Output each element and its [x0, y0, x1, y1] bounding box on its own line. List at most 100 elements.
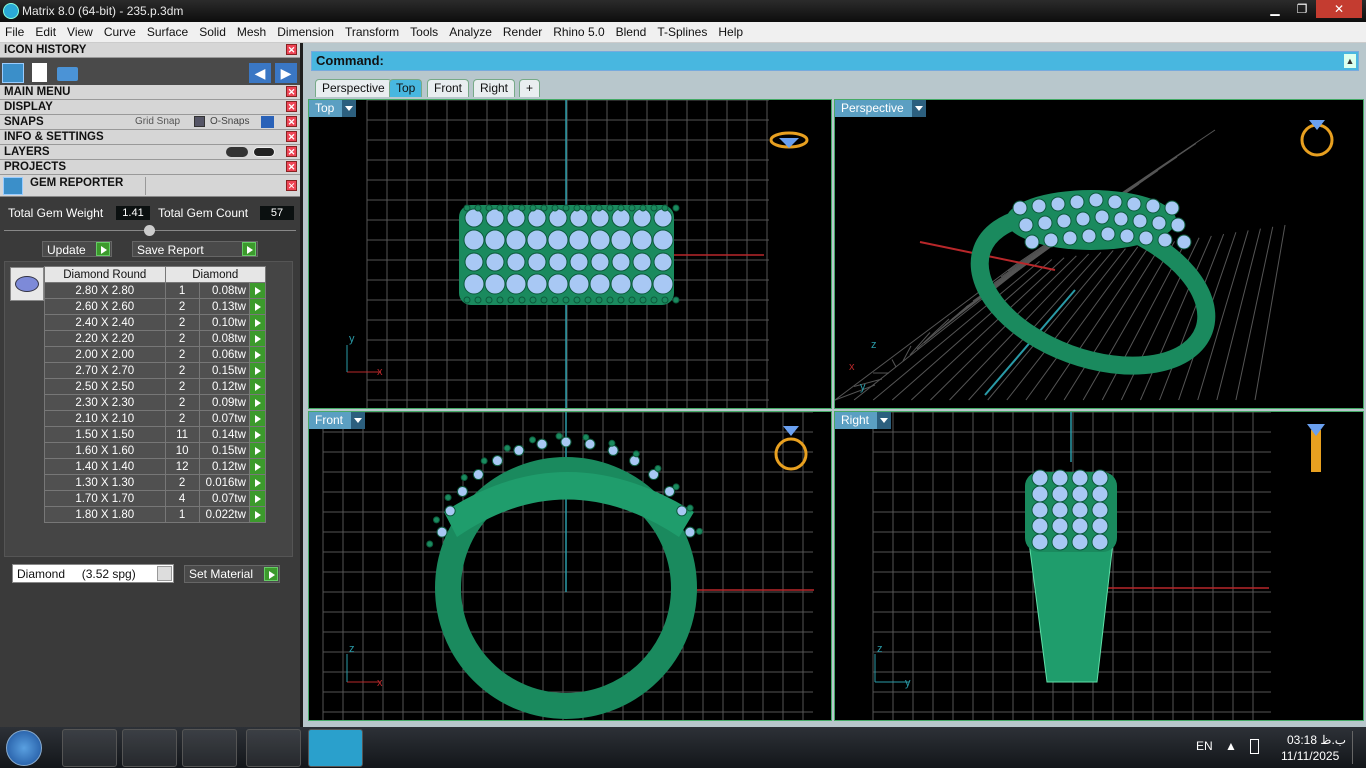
- row-select-button[interactable]: [248, 458, 267, 475]
- display-header[interactable]: DISPLAY ✕: [0, 100, 300, 115]
- row-select-button[interactable]: [248, 346, 267, 363]
- viewport-top[interactable]: y x Top: [308, 99, 832, 409]
- row-select-button[interactable]: [248, 394, 267, 411]
- row-select-button[interactable]: [248, 282, 267, 299]
- minimize-button[interactable]: ▁: [1262, 0, 1288, 18]
- info-icon[interactable]: [261, 116, 274, 128]
- table-row[interactable]: 2.00 X 2.00 2 0.06tw: [44, 346, 267, 363]
- main-menu-header[interactable]: MAIN MENU ✕: [0, 85, 300, 100]
- save-report-go-icon[interactable]: [242, 242, 256, 256]
- table-row[interactable]: 2.60 X 2.60 2 0.13tw: [44, 298, 267, 315]
- menu-curve[interactable]: Curve: [99, 22, 142, 39]
- close-icon[interactable]: ✕: [286, 86, 297, 97]
- table-row[interactable]: 1.80 X 1.80 1 0.022tw: [44, 506, 267, 523]
- matrix-app-icon[interactable]: [308, 729, 363, 767]
- tab-top[interactable]: Top: [389, 79, 423, 97]
- viewport-perspective-label[interactable]: Perspective: [835, 100, 926, 117]
- menu-view[interactable]: View: [62, 22, 99, 39]
- forward-arrow-icon[interactable]: ▶: [275, 63, 297, 83]
- save-report-button[interactable]: Save Report: [132, 241, 258, 257]
- back-arrow-icon[interactable]: ◀: [249, 63, 271, 83]
- menu-solid[interactable]: Solid: [194, 22, 232, 39]
- row-select-button[interactable]: [248, 490, 267, 507]
- table-row[interactable]: 1.60 X 1.60 10 0.15tw: [44, 442, 267, 459]
- show-desktop-button[interactable]: [1352, 731, 1364, 764]
- menu-tools[interactable]: Tools: [405, 22, 444, 39]
- viewport-right[interactable]: z y Right: [834, 411, 1364, 721]
- table-row[interactable]: 1.50 X 1.50 11 0.14tw: [44, 426, 267, 443]
- close-icon[interactable]: ✕: [286, 116, 297, 127]
- open-folder-icon[interactable]: [57, 67, 78, 81]
- scroll-arrows-icon[interactable]: ▲: [1344, 54, 1356, 68]
- menu-dimension[interactable]: Dimension: [272, 22, 340, 39]
- table-row[interactable]: 1.70 X 1.70 4 0.07tw: [44, 490, 267, 507]
- row-select-button[interactable]: [248, 474, 267, 491]
- chevron-down-icon[interactable]: [157, 566, 172, 581]
- menu-surface[interactable]: Surface: [142, 22, 194, 39]
- row-select-button[interactable]: [248, 426, 267, 443]
- row-select-button[interactable]: [248, 314, 267, 331]
- gem-reporter-header[interactable]: GEM REPORTER ✕: [0, 175, 300, 197]
- close-icon[interactable]: ✕: [286, 101, 297, 112]
- paint-app-icon[interactable]: [62, 729, 117, 767]
- snaps-header[interactable]: SNAPS Grid Snap O-Snaps ✕: [0, 115, 300, 130]
- menu-rhino[interactable]: Rhino 5.0: [548, 22, 610, 39]
- grid-snap-toggle[interactable]: Grid Snap: [135, 115, 180, 129]
- menu-edit[interactable]: Edit: [30, 22, 62, 39]
- close-icon[interactable]: ✕: [286, 161, 297, 172]
- row-select-button[interactable]: [248, 442, 267, 459]
- chevron-down-icon[interactable]: [911, 100, 926, 117]
- projects-header[interactable]: PROJECTS ✕: [0, 160, 300, 175]
- table-row[interactable]: 2.10 X 2.10 2 0.07tw: [44, 410, 267, 427]
- clock-date[interactable]: 11/11/2025: [1281, 749, 1339, 763]
- icon-history-header[interactable]: ICON HISTORY ✕: [0, 43, 300, 58]
- menu-render[interactable]: Render: [498, 22, 548, 39]
- chevron-down-icon[interactable]: [342, 100, 357, 117]
- info-settings-header[interactable]: INFO & SETTINGS ✕: [0, 130, 300, 145]
- table-row[interactable]: 1.30 X 1.30 2 0.016tw: [44, 474, 267, 491]
- row-select-button[interactable]: [248, 378, 267, 395]
- table-row[interactable]: 2.50 X 2.50 2 0.12tw: [44, 378, 267, 395]
- maximize-button[interactable]: ❐: [1289, 0, 1315, 18]
- menu-blend[interactable]: Blend: [611, 22, 653, 39]
- row-select-button[interactable]: [248, 362, 267, 379]
- clock-time[interactable]: 03:18 ب.ظ: [1287, 733, 1346, 747]
- viewport-front-label[interactable]: Front: [309, 412, 366, 429]
- explorer-icon[interactable]: [122, 729, 177, 767]
- row-select-button[interactable]: [248, 506, 267, 523]
- table-row[interactable]: 2.30 X 2.30 2 0.09tw: [44, 394, 267, 411]
- close-button[interactable]: ✕: [1316, 0, 1362, 18]
- menu-mesh[interactable]: Mesh: [232, 22, 272, 39]
- history-icon[interactable]: [2, 63, 24, 83]
- row-select-button[interactable]: [248, 410, 267, 427]
- osnaps-toggle[interactable]: O-Snaps: [210, 115, 249, 129]
- menu-file[interactable]: File: [0, 22, 30, 39]
- chrome-icon[interactable]: [246, 729, 301, 767]
- set-material-go-icon[interactable]: [264, 567, 278, 581]
- close-icon[interactable]: ✕: [286, 131, 297, 142]
- new-file-icon[interactable]: [32, 63, 47, 82]
- eye-closed-icon[interactable]: [226, 147, 248, 157]
- splitter-handle[interactable]: [144, 225, 155, 236]
- battery-icon[interactable]: [1250, 739, 1259, 754]
- viewport-right-label[interactable]: Right: [835, 412, 892, 429]
- viewport-front[interactable]: z x Front: [308, 411, 832, 721]
- layers-header[interactable]: LAYERS ✕: [0, 145, 300, 160]
- row-select-button[interactable]: [248, 330, 267, 347]
- tray-arrow-icon[interactable]: ▲: [1225, 739, 1237, 753]
- update-go-icon[interactable]: [96, 242, 110, 256]
- table-row[interactable]: 2.80 X 2.80 1 0.08tw: [44, 282, 267, 299]
- close-icon[interactable]: ✕: [286, 146, 297, 157]
- table-row[interactable]: 2.70 X 2.70 2 0.15tw: [44, 362, 267, 379]
- table-row[interactable]: 2.20 X 2.20 2 0.08tw: [44, 330, 267, 347]
- calculator-icon[interactable]: [182, 729, 237, 767]
- viewport-top-label[interactable]: Top: [309, 100, 357, 117]
- table-row[interactable]: 2.40 X 2.40 2 0.10tw: [44, 314, 267, 331]
- close-icon[interactable]: ✕: [286, 180, 297, 191]
- row-select-button[interactable]: [248, 298, 267, 315]
- osnap-icon[interactable]: [194, 116, 205, 127]
- menu-transform[interactable]: Transform: [340, 22, 405, 39]
- language-indicator[interactable]: EN: [1196, 739, 1213, 753]
- chevron-down-icon[interactable]: [877, 412, 892, 429]
- viewport-perspective[interactable]: z x y Perspective: [834, 99, 1364, 409]
